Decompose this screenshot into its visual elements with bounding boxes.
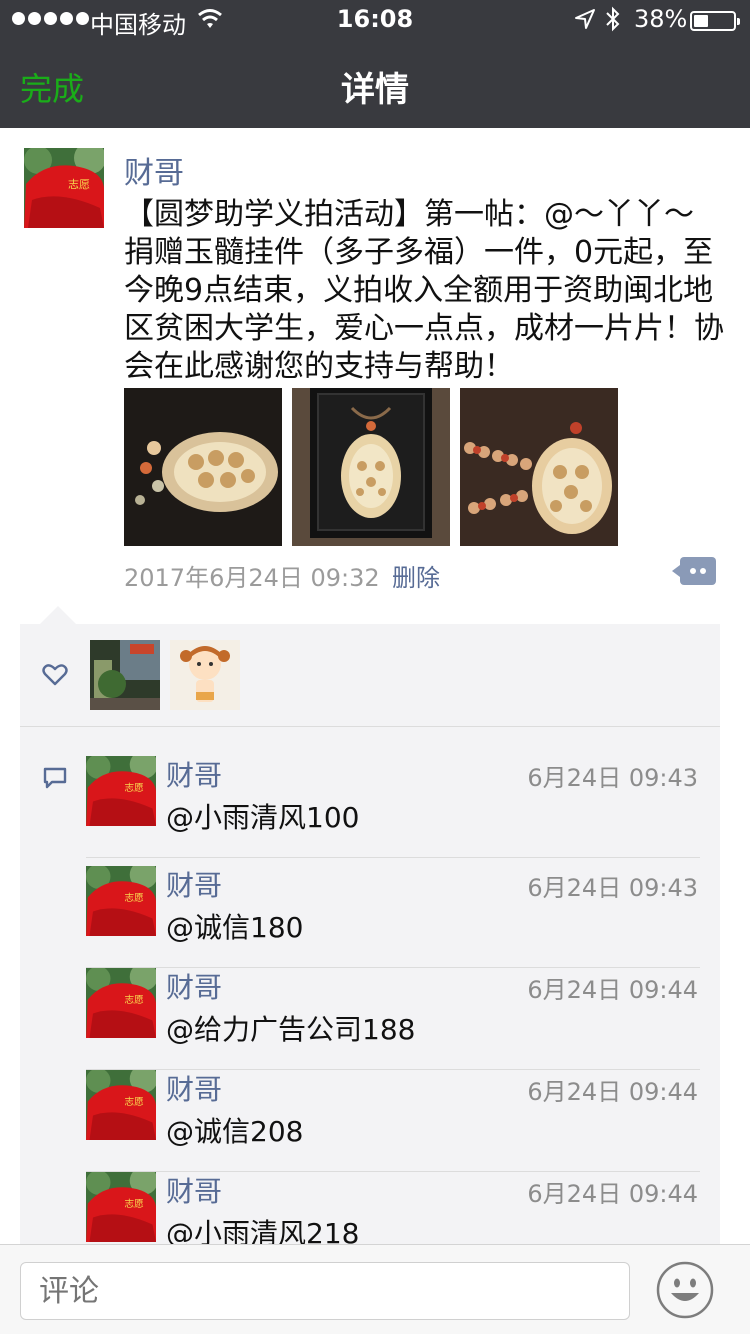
heart-icon [42,664,68,686]
comment-avatar[interactable] [86,1172,156,1242]
comment-time: 6月24日 09:44 [527,1180,698,1208]
comment-time: 6月24日 09:44 [527,976,698,1004]
comment-bar [0,1244,750,1334]
like-avatar-2[interactable] [170,640,240,710]
page-title: 详情 [341,70,409,110]
comment-avatar[interactable] [86,1070,156,1140]
comment-avatar[interactable] [86,866,156,936]
comment-author[interactable]: 财哥 [166,754,222,794]
comment-time: 6月24日 09:44 [527,1078,698,1106]
comment-avatar[interactable] [86,756,156,826]
comment-item[interactable]: 财哥 6月24日 09:44 @给力广告公司188 [86,968,700,1070]
location-arrow-icon [575,9,595,29]
comment-time: 6月24日 09:43 [527,764,698,792]
delete-post-link[interactable]: 删除 [392,558,440,593]
post-text: 【圆梦助学义拍活动】第一帖：@～丫丫～ 捐赠玉髓挂件（多子多福）一件，0元起，至… [124,197,724,384]
comment-item[interactable]: 财哥 6月24日 09:43 @小雨清风100 [86,756,700,858]
comment-icon [43,767,67,789]
post-author-avatar[interactable] [24,148,104,228]
comment-text: @诚信208 [166,1115,304,1148]
dot-icon [690,568,696,574]
comment-item[interactable]: 财哥 6月24日 09:44 @诚信208 [86,1070,700,1172]
comment-text: @给力广告公司188 [166,1013,416,1046]
post-timestamp: 2017年6月24日 09:32 [124,564,380,592]
comment-input[interactable] [20,1262,630,1320]
comment-text: @小雨清风100 [166,801,360,834]
comment-item[interactable]: 财哥 6月24日 09:43 @诚信180 [86,866,700,968]
dot-icon [700,568,706,574]
post-photo-2[interactable] [292,388,450,546]
emoji-icon[interactable] [656,1261,714,1319]
comment-text: @诚信180 [166,911,304,944]
status-bar: 中国移动 16:08 38% [0,0,750,40]
battery-percent: 38% [634,5,688,33]
comment-author[interactable]: 财哥 [166,1068,222,1108]
comment-divider [86,857,700,858]
comment-author[interactable]: 财哥 [166,1170,222,1210]
top-bar: 中国移动 16:08 38% 完成 详情 [0,0,750,128]
comment-avatar[interactable] [86,968,156,1038]
panel-pointer [40,606,76,624]
post-photo-3[interactable] [460,388,618,546]
comment-time: 6月24日 09:43 [527,874,698,902]
more-actions-button[interactable] [672,557,716,585]
comment-author[interactable]: 财哥 [166,864,222,904]
post-photo-1[interactable] [124,388,282,546]
panel-divider [20,726,720,727]
like-avatar-1[interactable] [90,640,160,710]
post-author-name[interactable]: 财哥 [124,148,184,192]
comment-author[interactable]: 财哥 [166,966,222,1006]
battery-icon [690,11,740,31]
bluetooth-icon [606,6,620,32]
